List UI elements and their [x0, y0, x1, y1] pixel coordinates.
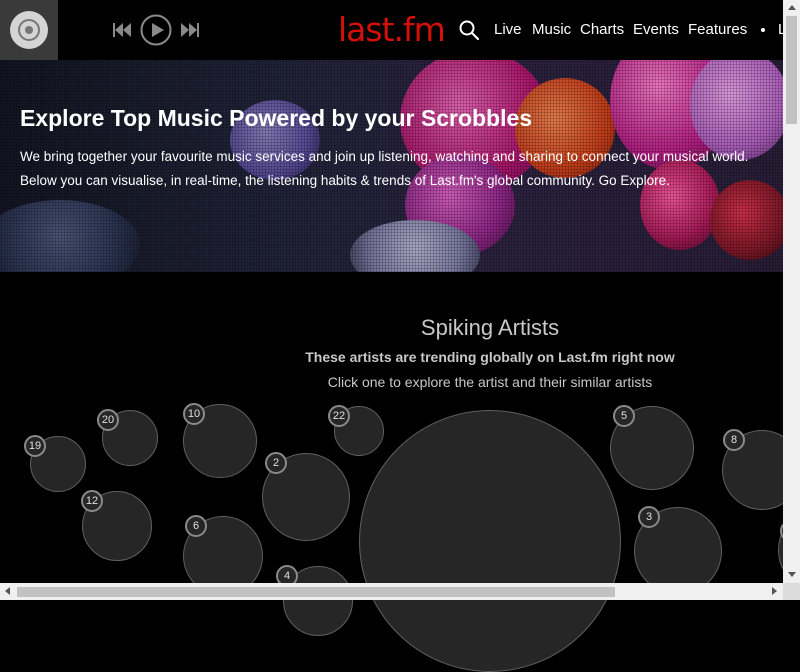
rank-badge: 20: [97, 409, 119, 431]
vertical-scroll-thumb[interactable]: [786, 16, 797, 124]
nav-separator-dot: [761, 28, 765, 32]
section-subtitle: These artists are trending globally on L…: [305, 349, 675, 365]
scroll-down-arrow-icon[interactable]: [788, 572, 796, 577]
rank-badge: 8: [723, 429, 745, 451]
top-navigation-bar: last.fm Live Music Charts Events Feature…: [0, 0, 786, 60]
hero-description-2: Below you can visualise, in real-time, t…: [20, 173, 670, 188]
nav-events[interactable]: Events: [633, 20, 679, 40]
rank-badge: 2: [265, 452, 287, 474]
section-instruction: Click one to explore the artist and thei…: [327, 374, 653, 390]
horizontal-scroll-thumb[interactable]: [17, 587, 615, 597]
scroll-right-arrow-icon[interactable]: [772, 587, 777, 595]
nav-features[interactable]: Features: [688, 20, 747, 40]
lastfm-logo[interactable]: last.fm: [338, 10, 446, 50]
artist-bubble-large[interactable]: [359, 410, 621, 672]
rank-badge: 19: [24, 435, 46, 457]
hero-banner: [0, 60, 783, 272]
skip-forward-icon[interactable]: [176, 14, 202, 46]
horizontal-scrollbar[interactable]: [0, 583, 783, 600]
rank-badge: 3: [638, 506, 660, 528]
rank-badge: 5: [613, 405, 635, 427]
rank-badge: 22: [328, 405, 350, 427]
hero-description: We bring together your favourite music s…: [20, 149, 749, 164]
section-title: Spiking Artists: [420, 315, 560, 340]
player-panel: [0, 0, 58, 60]
nav-charts[interactable]: Charts: [580, 20, 624, 40]
scrollbar-corner: [783, 583, 800, 600]
nav-live[interactable]: Live: [494, 20, 522, 40]
scroll-left-arrow-icon[interactable]: [5, 587, 10, 595]
hero-title: Explore Top Music Powered by your Scrobb…: [20, 105, 533, 131]
rank-badge: 10: [183, 403, 205, 425]
play-icon[interactable]: [139, 14, 172, 46]
vinyl-record-icon[interactable]: [10, 11, 48, 49]
rank-badge: 6: [185, 515, 207, 537]
search-icon[interactable]: [458, 19, 480, 41]
rank-badge: 12: [81, 490, 103, 512]
nav-music[interactable]: Music: [532, 20, 571, 40]
vertical-scrollbar[interactable]: [783, 0, 800, 583]
scroll-up-arrow-icon[interactable]: [788, 5, 796, 10]
skip-back-icon[interactable]: [110, 14, 136, 46]
